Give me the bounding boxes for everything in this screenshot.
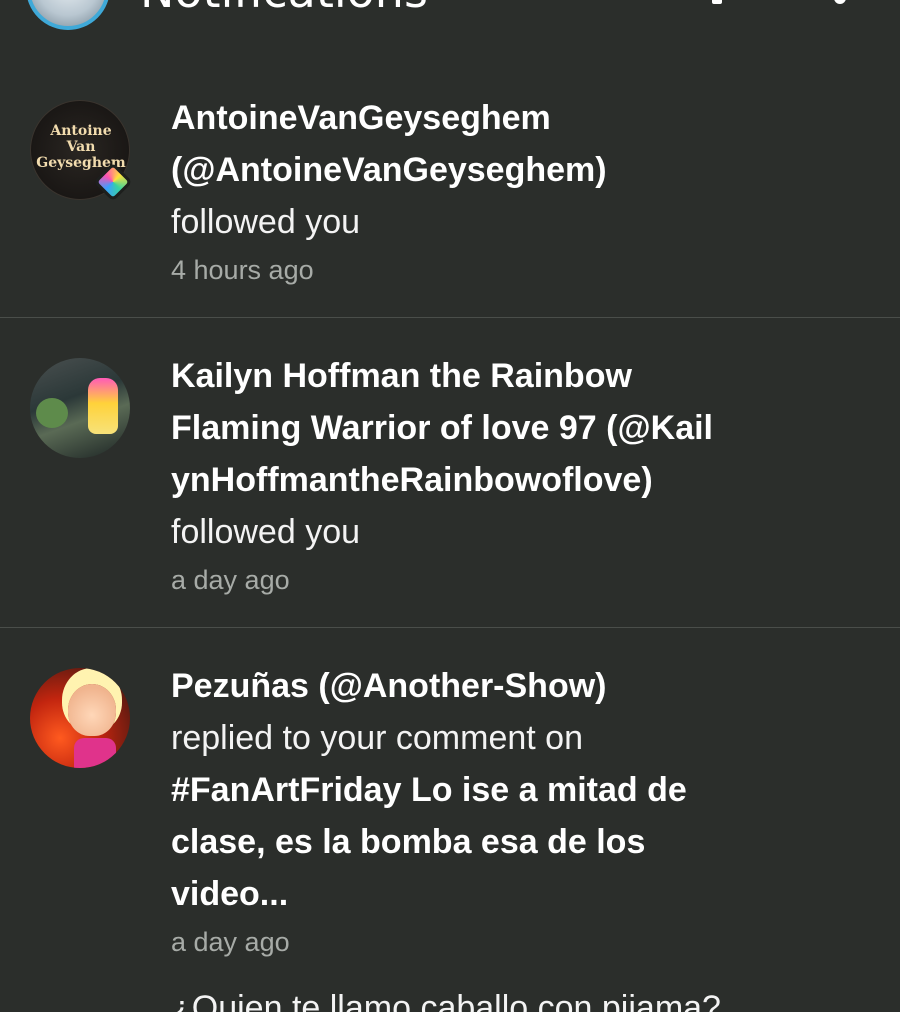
next-notification-preview[interactable]: ¿Quien te llamo caballo con pijama? [171,982,721,1012]
post-title[interactable]: video... [171,868,831,920]
user-name[interactable]: AntoineVanGeyseghem [171,92,831,144]
notification-item[interactable]: Antoine Van Geyseghem AntoineVanGeyseghe… [0,0,900,318]
user-name[interactable]: Kailyn Hoffman the Rainbow [171,350,831,402]
notification-time: 4 hours ago [171,255,314,285]
avatar-figure [36,398,68,428]
avatar-figure [88,378,118,434]
post-title[interactable]: clase, es la bomba esa de los [171,816,831,868]
notification-text: Pezuñas (@Another-Show) replied to your … [171,660,831,962]
user-avatar[interactable] [30,358,130,458]
notification-time: a day ago [171,565,290,595]
notification-text: Kailyn Hoffman the Rainbow Flaming Warri… [171,350,831,600]
user-handle[interactable]: ynHoffmantheRainbowoflove) [171,454,831,506]
post-title[interactable]: #FanArtFriday Lo ise a mitad de [171,764,831,816]
notifications-screen: Notifications Antoine Van Geyseghem Anto… [0,0,900,1012]
user-name[interactable]: Pezuñas (@Another-Show) [171,660,831,712]
notification-action: replied to your comment on [171,719,583,757]
avatar-figure [74,738,116,768]
notification-item[interactable]: Kailyn Hoffman the Rainbow Flaming Warri… [0,318,900,628]
notification-action: followed you [171,203,361,241]
user-handle[interactable]: (@AntoineVanGeyseghem) [171,144,831,196]
user-name[interactable]: Flaming Warrior of love 97 (@Kail [171,402,831,454]
notification-item[interactable]: Pezuñas (@Another-Show) replied to your … [0,628,900,978]
user-avatar[interactable] [30,668,130,768]
notification-action: followed you [171,513,361,551]
notification-time: a day ago [171,927,290,957]
notification-text: AntoineVanGeyseghem (@AntoineVanGeyseghe… [171,92,831,290]
avatar-figure [68,684,116,736]
